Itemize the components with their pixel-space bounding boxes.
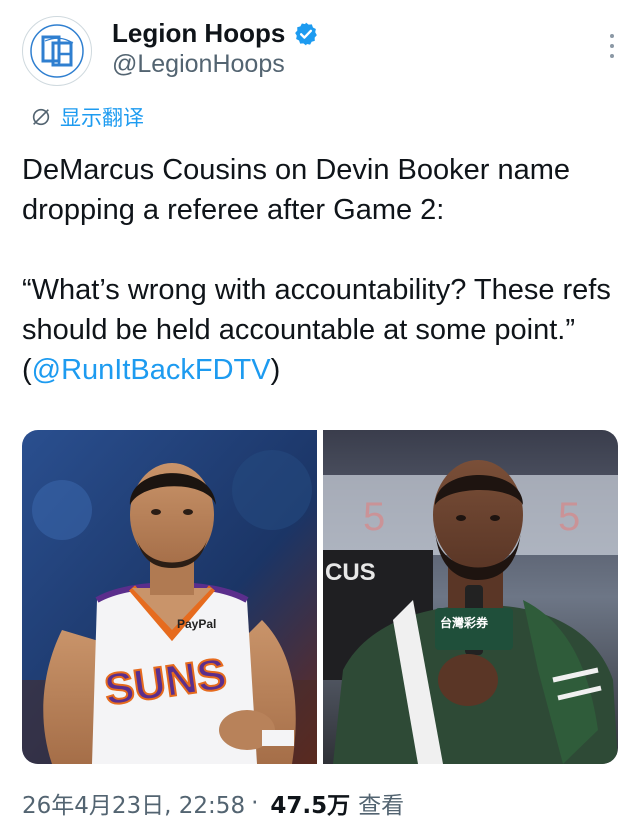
tweet-header: Legion Hoops @LegionHoops [0, 0, 640, 100]
svg-text:5: 5 [558, 495, 580, 539]
legion-hoops-logo-icon [30, 24, 84, 78]
author-handle[interactable]: @LegionHoops [112, 50, 285, 79]
tweet-quote-paragraph: “What’s wrong with accountability? These… [22, 270, 626, 390]
svg-text:5: 5 [363, 495, 385, 539]
photo-devin-booker[interactable]: PayPal SUNS [22, 430, 317, 764]
tweet-timestamp[interactable]: 26年4月23日, 22:58 [22, 786, 245, 820]
tweet-line-intro: DeMarcus Cousins on Devin Booker name dr… [22, 154, 571, 226]
show-translation-link[interactable]: 显示翻译 [30, 102, 144, 132]
translate-globe-icon [32, 108, 50, 126]
photo-demarcus-cousins[interactable]: 5 5 CUS 台灣彩券 [323, 430, 618, 764]
more-options-icon[interactable] [608, 34, 616, 58]
tweet-meta: 26年4月23日, 22:58 · 47.5万 查看 [22, 786, 404, 820]
cousins-photo-illustration: 5 5 CUS 台灣彩券 [323, 430, 618, 764]
views-count: 47.5万 [270, 793, 351, 819]
meta-separator: · [251, 790, 259, 816]
verified-badge-icon [295, 22, 318, 45]
author-avatar[interactable] [22, 16, 92, 86]
background-letters: CUS [325, 559, 376, 586]
booker-photo-illustration: PayPal SUNS [22, 430, 317, 764]
author-name-row[interactable]: Legion Hoops [112, 18, 319, 49]
tweet-closing: ) [270, 354, 281, 386]
jersey-sponsor: PayPal [177, 617, 216, 631]
tweet-media[interactable]: PayPal SUNS 5 5 CUS 台灣彩券 [22, 430, 618, 764]
mention-link[interactable]: @RunItBackFDTV [32, 354, 271, 386]
author-display-name[interactable]: Legion Hoops [112, 18, 285, 49]
views-label: 查看 [358, 793, 405, 819]
mic-flag-text: 台灣彩券 [440, 615, 489, 630]
tweet-body: DeMarcus Cousins on Devin Booker name dr… [22, 150, 626, 390]
show-translation-label[interactable]: 显示翻译 [60, 102, 144, 132]
